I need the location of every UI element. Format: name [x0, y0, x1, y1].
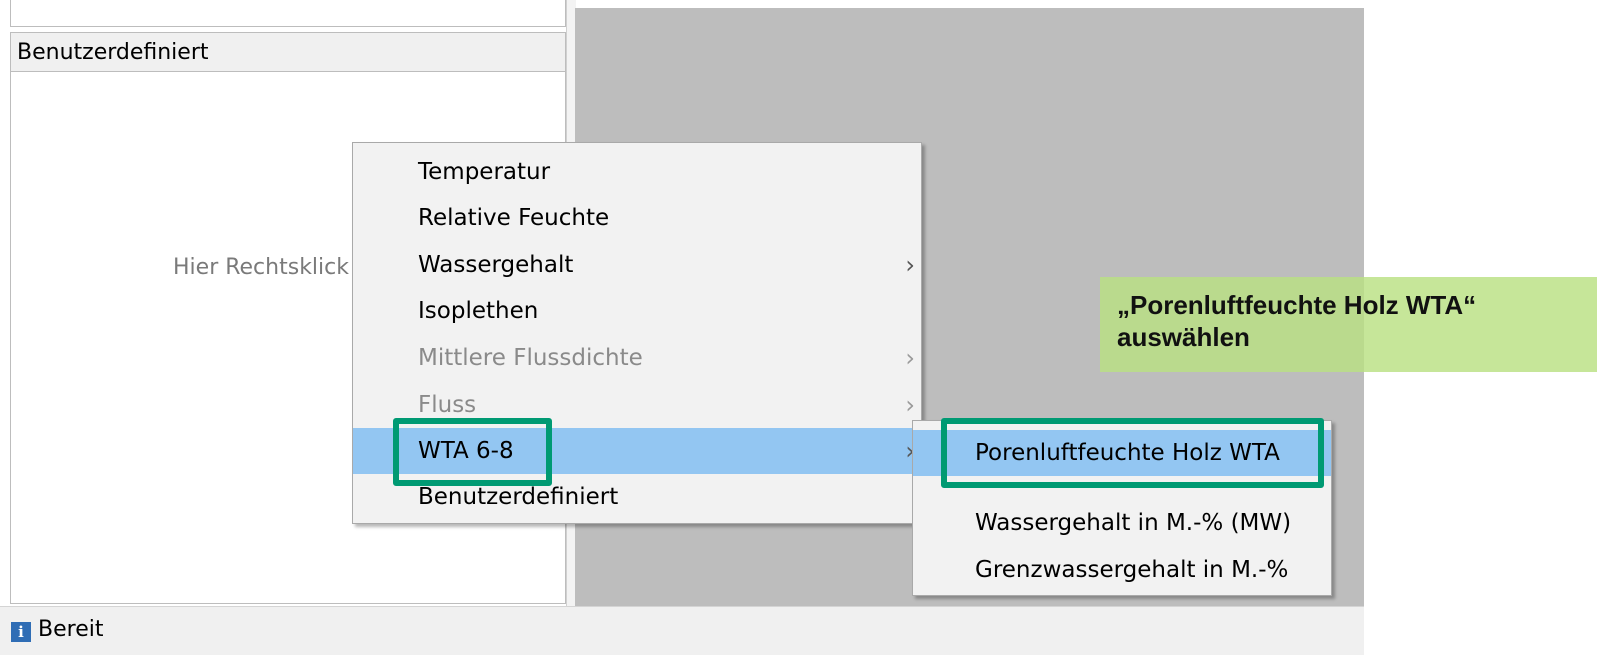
chevron-right-icon: › [905, 344, 915, 372]
menu-item-label: Isoplethen [418, 298, 539, 324]
submenu-item-wassergehalt-mw[interactable]: Wassergehalt in M.-% (MW) [913, 500, 1331, 546]
highlight-frame-wta [393, 418, 552, 486]
status-text: Bereit [38, 617, 104, 642]
submenu-item-label: Grenzwassergehalt in M.-% [975, 557, 1289, 583]
submenu-item-grenzwassergehalt[interactable]: Grenzwassergehalt in M.-% [913, 547, 1331, 593]
menu-item-label: Temperatur [418, 159, 551, 185]
menu-item-mittlere-flussdichte: Mittlere Flussdichte › [353, 335, 921, 381]
menu-item-wassergehalt[interactable]: Wassergehalt › [353, 242, 921, 288]
status-bar: i Bereit [0, 606, 1364, 655]
menu-item-temperatur[interactable]: Temperatur [353, 149, 921, 195]
right-click-hint: Hier Rechtsklick [173, 255, 349, 280]
callout-line-2: auswählen [1117, 322, 1250, 352]
submenu-item-label: Wassergehalt in M.-% (MW) [975, 510, 1292, 536]
panel-header: Benutzerdefiniert [11, 33, 565, 72]
callout-line-1: „Porenluftfeuchte Holz WTA“ [1117, 290, 1477, 320]
menu-item-isoplethen[interactable]: Isoplethen [353, 288, 921, 334]
menu-item-label: Relative Feuchte [418, 205, 610, 231]
menu-item-label: Mittlere Flussdichte [418, 345, 643, 371]
menu-item-label: Wassergehalt [418, 252, 574, 278]
info-icon: i [11, 622, 31, 642]
highlight-frame-porenluftfeuchte [941, 418, 1324, 488]
chevron-right-icon: › [905, 251, 915, 279]
top-panel-box [10, 0, 566, 27]
menu-item-relative-feuchte[interactable]: Relative Feuchte [353, 195, 921, 241]
instruction-callout: „Porenluftfeuchte Holz WTA“ auswählen [1100, 277, 1597, 372]
